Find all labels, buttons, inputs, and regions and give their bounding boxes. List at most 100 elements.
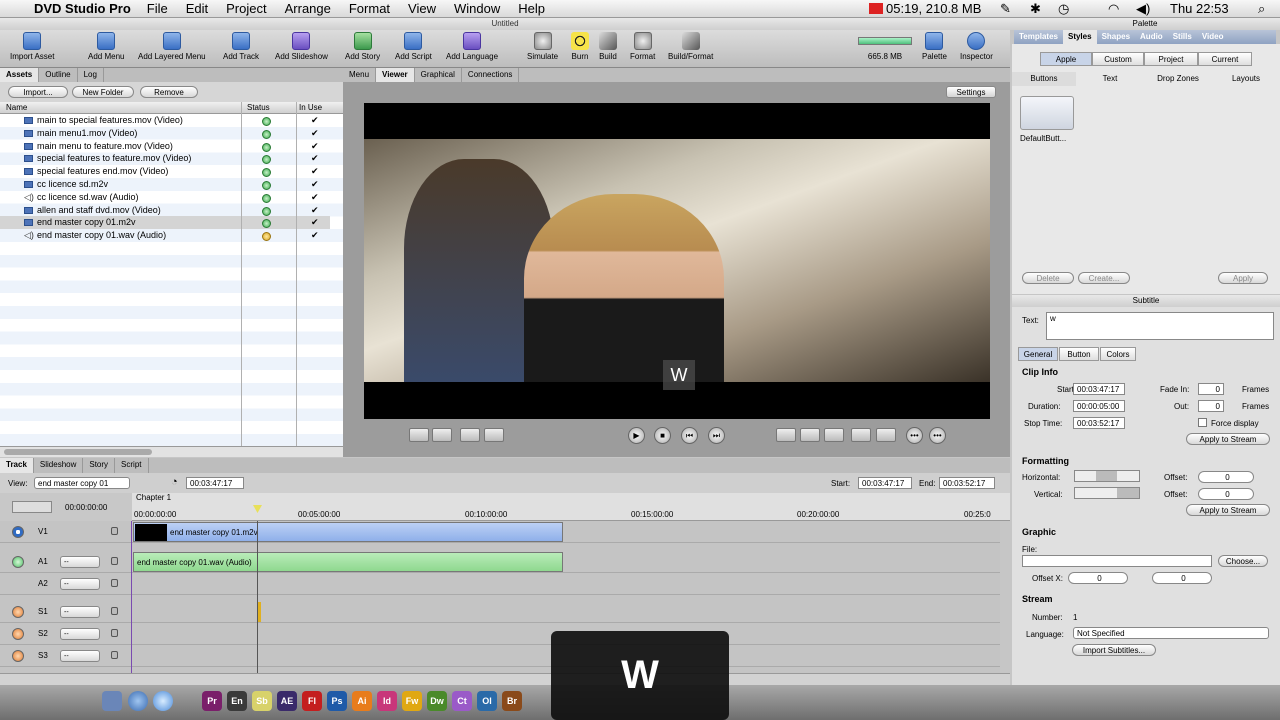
import-asset-button[interactable]: Import Asset — [10, 32, 54, 61]
tab-video[interactable]: Video — [1197, 30, 1229, 44]
script-icon[interactable]: ✎ — [1000, 1, 1011, 17]
type-layouts[interactable]: Layouts — [1214, 72, 1278, 86]
finder-icon[interactable] — [102, 691, 122, 711]
asset-row[interactable]: ◁) cc licence sd.wav (Audio) ✔ — [0, 191, 330, 204]
dock-app-en-icon[interactable]: En — [227, 691, 247, 711]
tab-templates[interactable]: Templates — [1014, 30, 1063, 44]
video-preview[interactable]: W — [364, 103, 990, 419]
time-machine-icon[interactable]: ◷ — [1058, 1, 1069, 17]
viewer-fit-button[interactable] — [484, 428, 504, 442]
simulate-button[interactable]: Simulate — [527, 32, 558, 61]
tab-script[interactable]: Script — [115, 458, 149, 473]
lock-icon[interactable] — [111, 607, 118, 615]
stop-time-field[interactable]: 00:03:52:17 — [1073, 417, 1125, 429]
type-text[interactable]: Text — [1078, 72, 1142, 86]
start-field[interactable]: 00:03:47:17 — [858, 477, 912, 489]
file-field[interactable] — [1022, 555, 1212, 567]
next-button[interactable]: ⏭ — [708, 427, 725, 444]
scroll-thumb[interactable] — [4, 449, 152, 455]
track-enable-icon[interactable] — [12, 606, 24, 618]
tab-connections[interactable]: Connections — [462, 68, 520, 82]
column-in-use[interactable]: In Use — [299, 102, 322, 114]
tab-outline[interactable]: Outline — [39, 68, 78, 82]
asset-row[interactable]: special features to feature.mov (Video) ✔ — [0, 152, 330, 165]
chapter-marker[interactable]: Chapter 1 — [136, 493, 171, 502]
asset-row[interactable]: end master copy 01.m2v ✔ — [0, 216, 330, 230]
duration-field[interactable]: 00:00:05:00 — [1073, 400, 1125, 412]
choose-button[interactable]: Choose... — [1218, 555, 1268, 567]
scope-project[interactable]: Project — [1144, 52, 1198, 66]
column-status[interactable]: Status — [247, 102, 270, 114]
import-subtitles-button[interactable]: Import Subtitles... — [1072, 644, 1156, 656]
add-track-button[interactable]: Add Track — [223, 32, 259, 61]
dock-app-ae-icon[interactable]: AE — [277, 691, 297, 711]
remove-button[interactable]: Remove — [140, 86, 198, 98]
dock-app-id-icon[interactable]: Id — [377, 691, 397, 711]
asset-row[interactable]: special features end.mov (Video) ✔ — [0, 165, 330, 178]
dock-app-ol-icon[interactable]: Ol — [477, 691, 497, 711]
timeline-ruler[interactable]: Chapter 1 00:00:00:00 00:05:00:00 00:10:… — [132, 493, 1010, 521]
dock-app-ct-icon[interactable]: Ct — [452, 691, 472, 711]
menu-edit[interactable]: Edit — [186, 1, 208, 16]
tab-menu[interactable]: Menu — [343, 68, 377, 82]
style-thumbnail[interactable] — [1020, 96, 1074, 130]
current-time-field[interactable]: 00:03:47:17 — [186, 477, 244, 489]
scope-current[interactable]: Current — [1198, 52, 1252, 66]
track-stream-popup[interactable]: -- — [60, 628, 100, 640]
bluetooth-icon[interactable]: ✱ — [1030, 1, 1041, 17]
tab-styles[interactable]: Styles — [1062, 30, 1097, 44]
previous-button[interactable]: ⏮ — [681, 427, 698, 444]
language-button[interactable]: ••• — [929, 427, 946, 444]
fade-out-field[interactable]: 0 — [1198, 400, 1224, 412]
clock[interactable]: Thu 22:53 — [1170, 1, 1229, 16]
horizontal-scrollbar[interactable] — [0, 446, 343, 457]
lock-icon[interactable] — [111, 527, 118, 535]
subtitle-overlay[interactable]: W — [663, 360, 695, 390]
menu-window[interactable]: Window — [454, 1, 500, 16]
delete-button[interactable]: Delete — [1022, 272, 1074, 284]
display-mode-button[interactable] — [851, 428, 871, 442]
vertical-offset-field[interactable]: 0 — [1198, 488, 1254, 500]
zoom-buttons[interactable] — [12, 501, 52, 513]
dock-app-fl-icon[interactable]: Fl — [302, 691, 322, 711]
import-button[interactable]: Import... — [8, 86, 68, 98]
tab-graphical[interactable]: Graphical — [415, 68, 462, 82]
dock-app-br-icon[interactable]: Br — [502, 691, 522, 711]
language-select[interactable]: Not Specified — [1073, 627, 1269, 639]
apply-to-stream-button[interactable]: Apply to Stream — [1186, 433, 1270, 445]
add-slideshow-button[interactable]: Add Slideshow — [275, 32, 328, 61]
add-language-button[interactable]: Add Language — [446, 32, 498, 61]
viewer-safe-area-button[interactable] — [409, 428, 429, 442]
view-select[interactable]: end master copy 01 — [34, 477, 130, 489]
menu-project[interactable]: Project — [226, 1, 266, 16]
scope-apple[interactable]: Apple — [1040, 52, 1092, 66]
type-drop-zones[interactable]: Drop Zones — [1144, 72, 1212, 86]
tab-track[interactable]: Track — [0, 458, 34, 473]
tab-general[interactable]: General — [1018, 347, 1058, 361]
tab-story[interactable]: Story — [83, 458, 116, 473]
apply-button[interactable]: Apply — [1218, 272, 1268, 284]
type-buttons[interactable]: Buttons — [1012, 72, 1076, 86]
offset-x-field[interactable]: 0 — [1068, 572, 1128, 584]
format-button[interactable]: Format — [630, 32, 655, 61]
asset-row[interactable]: main menu1.mov (Video) ✔ — [0, 127, 330, 140]
display-mode-button[interactable] — [800, 428, 820, 442]
asset-row[interactable]: main to special features.mov (Video) ✔ — [0, 114, 330, 127]
asset-row[interactable]: main menu to feature.mov (Video) ✔ — [0, 140, 330, 153]
add-story-button[interactable]: Add Story — [345, 32, 380, 61]
recording-status[interactable]: 05:19, 210.8 MB — [886, 1, 981, 16]
settings-popup[interactable]: Settings — [946, 86, 996, 98]
subtitle-text-field[interactable]: w — [1046, 312, 1274, 340]
dashboard-icon[interactable] — [128, 691, 148, 711]
column-name[interactable]: Name — [6, 102, 27, 114]
playhead-handle[interactable] — [253, 505, 262, 513]
inspector-button[interactable]: Inspector — [960, 32, 993, 61]
menu-format[interactable]: Format — [349, 1, 390, 16]
dock-app-sb-icon[interactable]: Sb — [252, 691, 272, 711]
track-stream-popup[interactable]: -- — [60, 578, 100, 590]
track-enable-icon[interactable] — [12, 526, 24, 538]
apply-to-stream-button[interactable]: Apply to Stream — [1186, 504, 1270, 516]
start-field[interactable]: 00:03:47:17 — [1073, 383, 1125, 395]
new-folder-button[interactable]: New Folder — [72, 86, 134, 98]
end-field[interactable]: 00:03:52:17 — [939, 477, 995, 489]
